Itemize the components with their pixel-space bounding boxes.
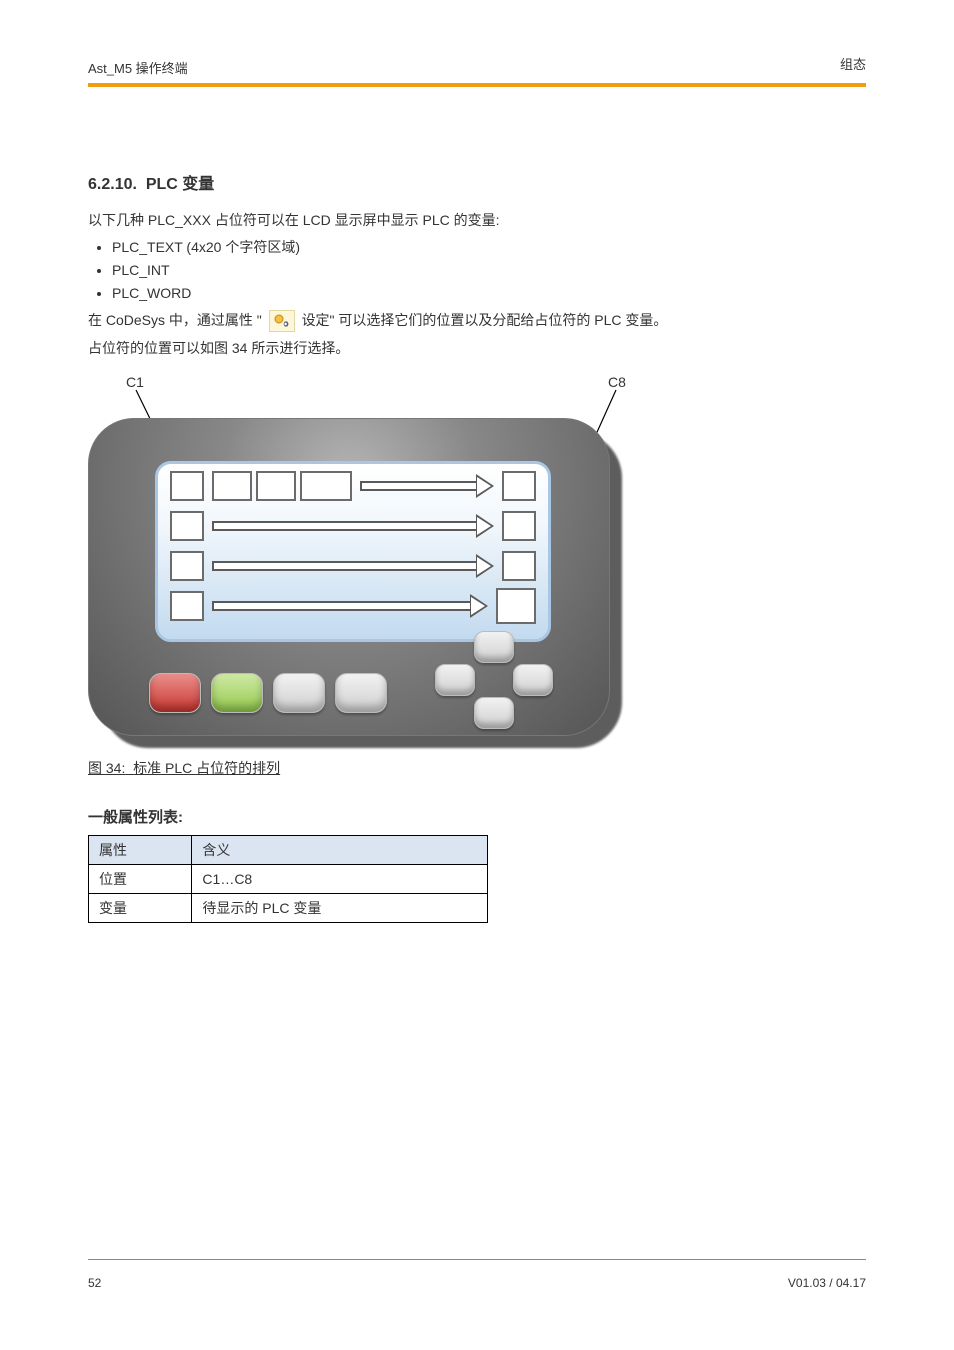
device-button-row xyxy=(149,673,387,713)
placeholder-box xyxy=(212,471,252,501)
table-header-cell: 属性 xyxy=(89,836,192,865)
section-title: PLC 变量 xyxy=(146,176,214,193)
table-header-cell: 含义 xyxy=(192,836,488,865)
dpad-down-button[interactable] xyxy=(474,697,514,729)
plc-row xyxy=(170,511,536,541)
header-rule xyxy=(88,83,866,87)
arrow-icon xyxy=(212,601,470,611)
footer-version: V01.03 / 04.17 xyxy=(788,1276,866,1290)
placeholder-box xyxy=(502,471,536,501)
grey-button[interactable] xyxy=(273,673,325,713)
placeholder-box xyxy=(170,551,204,581)
plc-row xyxy=(170,551,536,581)
figure-number: 图 34: xyxy=(88,760,125,776)
arrow-head-icon xyxy=(476,554,494,578)
placeholder-box xyxy=(170,511,204,541)
table-cell: 待显示的 PLC 变量 xyxy=(192,894,488,923)
list-item: PLC_WORD xyxy=(112,282,866,304)
figure-caption-text: 标准 PLC 占位符的排列 xyxy=(133,760,280,776)
settings-icon xyxy=(269,310,295,332)
section-number: 6.2.10. xyxy=(88,176,137,193)
dpad-up-button[interactable] xyxy=(474,631,514,663)
dpad-left-button[interactable] xyxy=(435,664,475,696)
start-button[interactable] xyxy=(211,673,263,713)
header-left: Ast_M5 操作终端 xyxy=(88,58,188,77)
list-item: PLC_TEXT (4x20 个字符区域) xyxy=(112,236,866,258)
arrow-icon xyxy=(360,481,476,491)
dpad-right-button[interactable] xyxy=(513,664,553,696)
placeholder-box xyxy=(170,591,204,621)
arrow-icon xyxy=(212,521,476,531)
device-figure: C1 C8 xyxy=(88,418,648,736)
placeholder-box xyxy=(256,471,296,501)
placeholder-box xyxy=(502,551,536,581)
header-right: 组态 xyxy=(840,54,866,73)
properties-table: 属性 含义 位置 C1…C8 变量 待显示的 PLC 变量 xyxy=(88,835,488,923)
icon-paragraph-post: 设定" 可以选择它们的位置以及分配给占位符的 PLC 变量。 xyxy=(302,312,668,328)
figure-caption: 图 34: 标准 PLC 占位符的排列 xyxy=(88,758,866,778)
arrow-head-icon xyxy=(476,514,494,538)
placeholder-box xyxy=(300,471,352,501)
arrow-head-icon xyxy=(476,474,494,498)
device-screen xyxy=(155,461,551,642)
placeholder-box xyxy=(502,511,536,541)
stop-button[interactable] xyxy=(149,673,201,713)
plc-row xyxy=(170,471,536,501)
table-row: 变量 待显示的 PLC 变量 xyxy=(89,894,488,923)
callout-c8: C8 xyxy=(608,374,626,390)
properties-list-heading: 一般属性列表: xyxy=(88,806,866,827)
section-heading: 6.2.10. PLC 变量 xyxy=(88,120,866,194)
grey-button[interactable] xyxy=(335,673,387,713)
placeholder-box xyxy=(170,471,204,501)
after-icon-paragraph: 占位符的位置可以如图 34 所示进行选择。 xyxy=(88,338,866,358)
table-cell: 变量 xyxy=(89,894,192,923)
arrow-icon xyxy=(212,561,476,571)
arrow-head-icon xyxy=(470,594,488,618)
table-cell: 位置 xyxy=(89,865,192,894)
device-body xyxy=(88,418,610,736)
footer-rule xyxy=(88,1259,866,1260)
callout-c1: C1 xyxy=(126,374,144,390)
intro-paragraph: 以下几种 PLC_XXX 占位符可以在 LCD 显示屏中显示 PLC 的变量: xyxy=(88,210,866,230)
callout-c8-label: C8 xyxy=(608,374,626,390)
bullet-list: PLC_TEXT (4x20 个字符区域) PLC_INT PLC_WORD xyxy=(112,236,866,304)
table-row: 属性 含义 xyxy=(89,836,488,865)
plc-row xyxy=(170,591,536,621)
dpad xyxy=(433,631,553,727)
table-cell: C1…C8 xyxy=(192,865,488,894)
icon-paragraph-pre: 在 CoDeSys 中，通过属性 " xyxy=(88,312,262,328)
list-item: PLC_INT xyxy=(112,259,866,281)
callout-c1-label: C1 xyxy=(126,374,144,390)
placeholder-box xyxy=(496,588,536,624)
table-row: 位置 C1…C8 xyxy=(89,865,488,894)
icon-paragraph: 在 CoDeSys 中，通过属性 " 设定" 可以选择它们的位置以及分配给占位符… xyxy=(88,310,866,332)
page-number: 52 xyxy=(88,1276,101,1290)
